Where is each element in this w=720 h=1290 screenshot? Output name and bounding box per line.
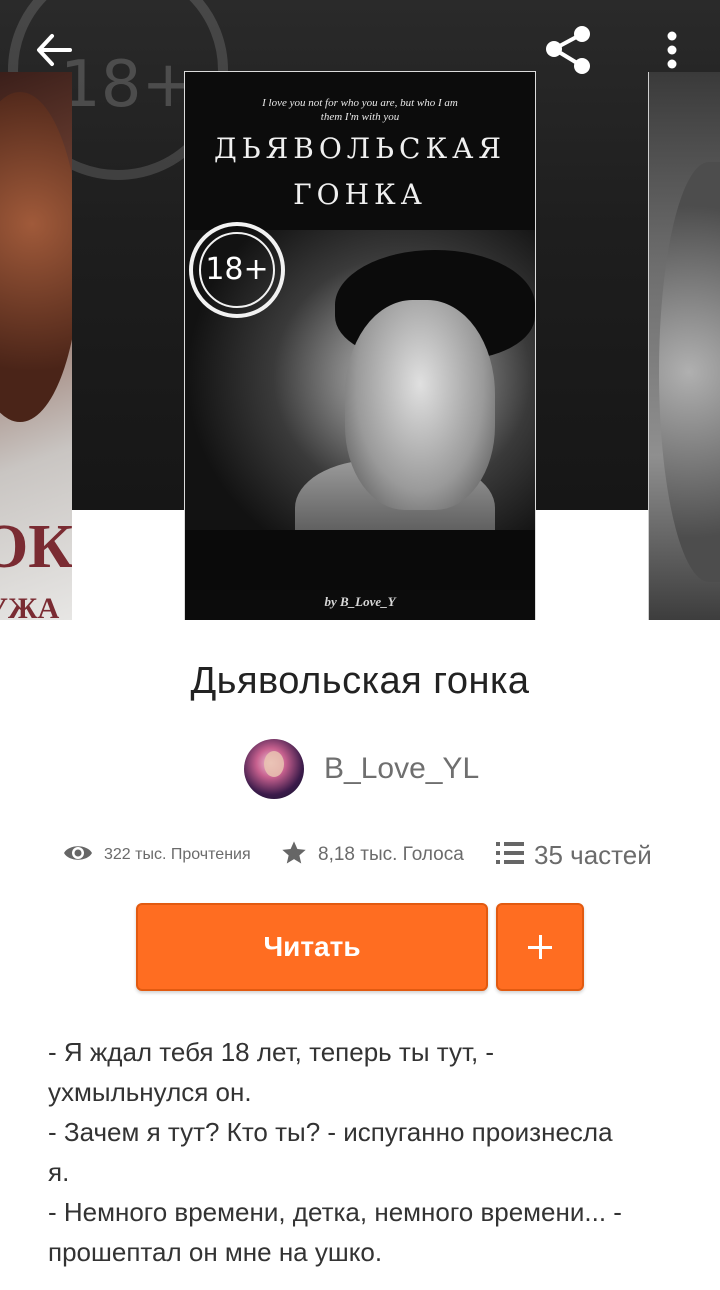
previous-book-cover[interactable]: ОК УЖА <box>0 72 72 620</box>
votes-count: 8,18 тыс. Голоса <box>318 844 464 865</box>
description-line: - Я ждал тебя 18 лет, теперь ты тут, - <box>48 1037 495 1067</box>
author-name[interactable]: B_Love_YL <box>324 752 479 786</box>
eye-icon <box>62 842 104 869</box>
book-title: Дьявольская гонка <box>190 660 530 702</box>
votes-stat: 8,18 тыс. Голоса <box>280 835 464 875</box>
book-description: - Я ждал тебя 18 лет, теперь ты тут, - у… <box>48 1032 678 1272</box>
description-line: прошептал он мне на ушко. <box>48 1237 383 1267</box>
cover-title: ДЬЯВОЛЬСКАЯ ГОНКА <box>185 126 535 218</box>
author-link[interactable]: B_Love_YL <box>244 738 479 800</box>
parts-stat[interactable]: 35 частей <box>496 835 652 875</box>
cover-photo-face <box>345 300 495 510</box>
cover-tagline-line: them I'm with you <box>320 111 400 123</box>
cover-byline: by B_Love_Y <box>324 594 396 609</box>
age-rating-badge: 18+ <box>189 222 285 318</box>
previous-cover-art <box>0 92 72 422</box>
book-cover[interactable]: I love you not for who you are, but who … <box>185 72 535 620</box>
top-app-bar <box>0 0 720 100</box>
cover-title-line: ДЬЯВОЛЬСКАЯ <box>214 132 506 165</box>
cover-photo-shirt <box>185 530 535 590</box>
book-stats: 322 тыс. Прочтения 8,18 тыс. Голоса 35 ч… <box>62 835 662 875</box>
cover-title-line: ГОНКА <box>293 178 427 211</box>
reads-stat: 322 тыс. Прочтения <box>62 835 251 875</box>
add-to-library-button[interactable] <box>496 903 584 991</box>
arrow-left-icon[interactable] <box>30 26 78 74</box>
read-button[interactable]: Читать <box>136 903 488 991</box>
hero-carousel: 18+ ОК УЖА I love you not for who you ar… <box>0 0 720 620</box>
star-icon <box>280 839 318 872</box>
share-icon[interactable] <box>540 22 596 78</box>
description-line: - Зачем я тут? Кто ты? - испуганно произ… <box>48 1117 613 1147</box>
reads-count: 322 тыс. Прочтения <box>104 846 251 863</box>
cover-tagline: I love you not for who you are, but who … <box>185 96 535 124</box>
parts-count[interactable]: 35 частей <box>534 840 652 871</box>
age-rating-text: 18+ <box>199 232 275 308</box>
more-vertical-icon[interactable] <box>652 24 692 76</box>
next-book-cover[interactable] <box>648 72 720 620</box>
description-line: - Немного времени, детка, немного времен… <box>48 1197 622 1227</box>
previous-cover-subtitle: УЖА <box>0 592 60 620</box>
next-cover-art <box>659 162 720 582</box>
description-line: ухмыльнулся он. <box>48 1077 252 1107</box>
previous-cover-title: ОК <box>0 513 72 581</box>
author-avatar[interactable] <box>244 739 304 799</box>
description-line: я. <box>48 1157 70 1187</box>
list-icon <box>496 841 534 870</box>
